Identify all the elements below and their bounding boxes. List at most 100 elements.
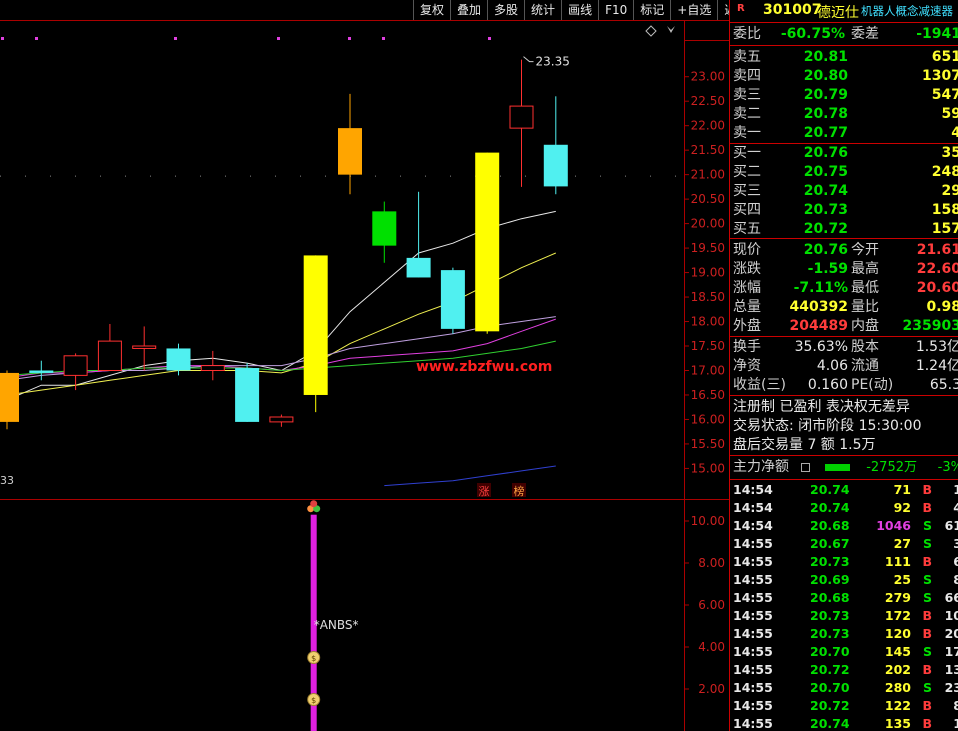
- fundamental-value: 1.53亿: [915, 339, 958, 355]
- quote-value: -1.59: [807, 261, 848, 277]
- quote-value: 235903: [902, 318, 958, 334]
- quote-panel: R 301007 德迈仕 机器人概念减速器 委比 -60.75% 委差 -1941 卖五…: [729, 0, 958, 731]
- toolbar-button[interactable]: F10: [598, 0, 633, 20]
- tick-row: 14:55 20.70 280 S 23: [730, 679, 958, 697]
- price-tick-label: 19.00: [691, 266, 725, 280]
- grid-dot: [300, 175, 301, 177]
- ask-volume: 4: [951, 124, 958, 143]
- lower-tick-label: 10.00: [691, 514, 725, 528]
- grid-dot: [75, 175, 76, 177]
- tick-side: B: [922, 608, 932, 623]
- candle-body: [235, 368, 260, 422]
- diamond-icon[interactable]: [645, 25, 657, 37]
- tick-volume: 122: [884, 698, 911, 713]
- grid-dot: [275, 175, 276, 177]
- grid-dot: [600, 175, 601, 177]
- price-tick-label: 17.50: [691, 339, 725, 353]
- toolbar-button[interactable]: +自选: [670, 0, 717, 20]
- grid-dot: [400, 175, 401, 177]
- toolbar-button[interactable]: 复权: [413, 0, 450, 20]
- ask-price: 20.78: [803, 106, 848, 122]
- ask-volume: 59: [941, 106, 958, 122]
- fundamental-value: 65.3: [929, 377, 958, 393]
- tag-label: 涨: [479, 485, 490, 498]
- concept-tag[interactable]: 机器人概念减速器: [861, 3, 953, 19]
- ratio-value: -60.75%: [780, 26, 845, 42]
- lower-tick-label: 4.00: [698, 640, 725, 654]
- tick-price: 20.74: [810, 500, 850, 515]
- candle-body: [63, 355, 88, 376]
- fundamental-label: PE(动): [851, 377, 894, 393]
- tick-count: 3: [953, 535, 958, 553]
- divider: [730, 45, 958, 46]
- tick-count: 66: [944, 590, 958, 605]
- tick-time: 14:55: [733, 644, 773, 659]
- tick-row: 14:54 20.68 1046 S 61: [730, 517, 958, 535]
- tick-time: 14:55: [733, 608, 773, 623]
- list-icon[interactable]: [801, 463, 810, 472]
- kline-chart[interactable]: 23.00 22.50 22.00 21.50 21.00 20.50 20.00 19.50…: [0, 0, 729, 731]
- tick-side: B: [922, 554, 932, 569]
- price-tick-label: 22.50: [691, 94, 725, 108]
- toolbar-button[interactable]: 标记: [633, 0, 670, 20]
- marker-dot: [277, 37, 280, 40]
- tick-price: 20.70: [810, 680, 850, 695]
- tick-side: S: [922, 644, 932, 659]
- bid-row: 买一 20.76 35: [730, 144, 958, 163]
- bid-row: 买三 20.74 29: [730, 182, 958, 201]
- price-tick-label: 20.00: [691, 217, 725, 231]
- tick-side: S: [922, 680, 932, 695]
- toolbar-button[interactable]: 叠加: [450, 0, 487, 20]
- marker-dot: [1, 37, 4, 40]
- price-tick-label: 18.50: [691, 290, 725, 304]
- tick-side: B: [922, 716, 932, 731]
- tick-volume: 280: [884, 680, 911, 695]
- candle-body: [303, 255, 328, 395]
- fundamental-label: 净资: [733, 358, 761, 374]
- bid-price: 20.72: [803, 221, 848, 237]
- tick-time: 14:55: [733, 662, 773, 677]
- candle-body: [0, 372, 19, 422]
- quote-label: 内盘: [851, 318, 879, 334]
- grid-dot: [125, 175, 126, 177]
- toolbar-button[interactable]: 画线: [561, 0, 598, 20]
- stock-header: R 301007 德迈仕 机器人概念减速器: [730, 0, 958, 23]
- stock-code: 301007: [763, 2, 822, 18]
- divider: [730, 479, 958, 480]
- quote-value: 204489: [789, 318, 848, 334]
- tick-time: 14:55: [733, 716, 773, 731]
- price-tick-label: 15.00: [691, 461, 725, 475]
- collapse-icon[interactable]: [667, 26, 675, 33]
- tick-count: 1: [953, 481, 958, 499]
- fundamental-row: 换手 35.63% 股本 1.53亿: [730, 338, 958, 357]
- price-tick-label: 18.00: [691, 315, 725, 329]
- divider: [730, 455, 958, 456]
- tick-count: 23: [944, 680, 958, 695]
- ask-volume: 1307: [922, 68, 958, 84]
- tick-count: 13: [944, 662, 958, 677]
- info-text: 交易状态: 闭市阶段 15:30:00: [733, 418, 922, 434]
- main-flow-value: -2752万: [866, 460, 917, 475]
- ask-volume: 651: [931, 49, 958, 65]
- bid-label: 买五: [733, 221, 761, 237]
- toolbar-button[interactable]: 统计: [524, 0, 561, 20]
- r-badge: R: [737, 3, 745, 14]
- toolbar-button[interactable]: 多股: [487, 0, 524, 20]
- quote-value: 440392: [789, 299, 848, 315]
- tag-label: 榜: [514, 484, 525, 498]
- price-tick-label: 23.00: [691, 70, 725, 84]
- candle-body: [338, 128, 362, 175]
- quote-label: 量比: [851, 299, 879, 315]
- marker-dot: [35, 37, 38, 40]
- tick-price: 20.68: [810, 518, 850, 533]
- tick-row: 14:55 20.68 279 S 66: [730, 589, 958, 607]
- ask-label: 卖二: [733, 106, 761, 122]
- candle-body: [475, 152, 500, 332]
- candle-body: [166, 348, 191, 371]
- tick-price: 20.73: [810, 554, 850, 569]
- bid-price: 20.75: [803, 164, 848, 180]
- tick-volume: 92: [893, 500, 911, 515]
- tick-count: 20: [944, 626, 958, 641]
- ask-price: 20.77: [803, 125, 848, 141]
- tick-row: 14:55 20.73 111 B 6: [730, 553, 958, 571]
